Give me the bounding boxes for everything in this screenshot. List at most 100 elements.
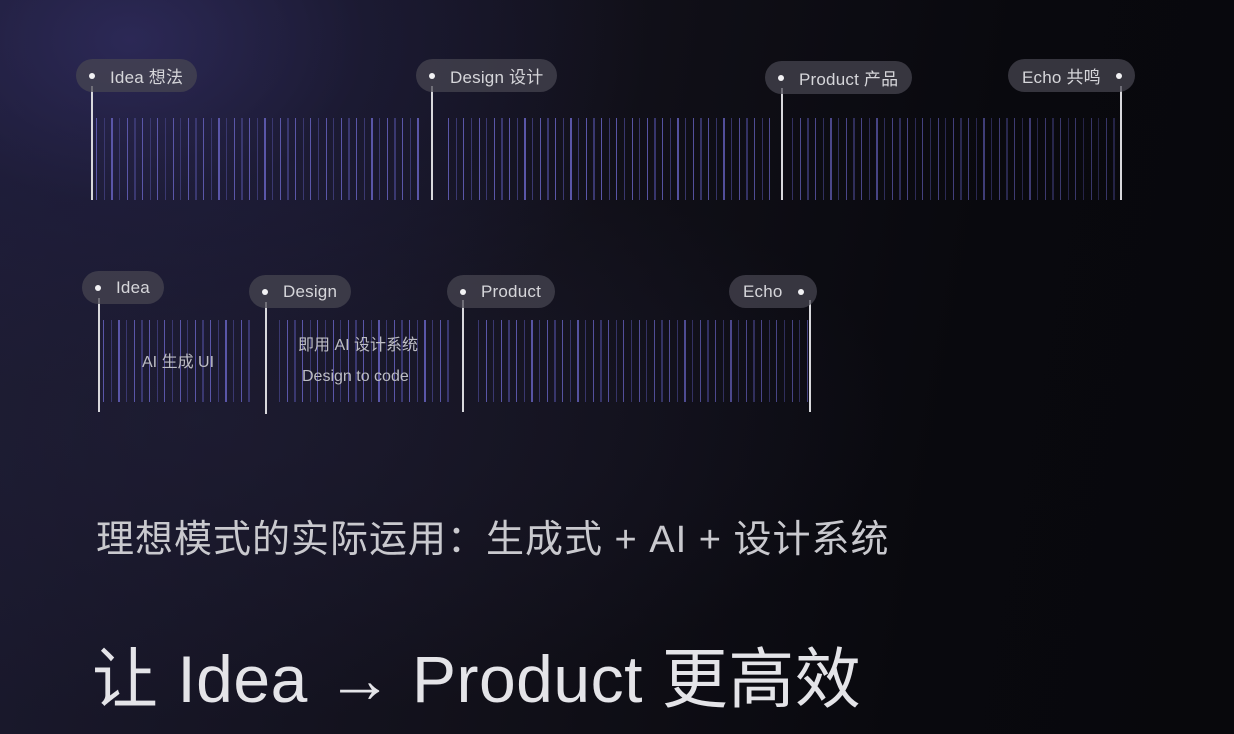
tick-mark: [180, 118, 182, 200]
tick-mark: [768, 320, 770, 402]
tick-mark: [708, 118, 710, 200]
tick-mark: [509, 118, 511, 200]
tick-mark: [226, 118, 228, 200]
tick-mark: [998, 118, 1000, 200]
tick-mark: [133, 320, 135, 402]
tick-mark: [822, 118, 825, 200]
marker-line-product: [462, 300, 464, 412]
stage-label: Idea: [116, 277, 150, 297]
tick-mark: [379, 118, 381, 200]
dot-icon: [95, 284, 101, 291]
tick-mark: [753, 118, 756, 200]
tick-mark: [294, 320, 296, 402]
tick-mark: [1082, 118, 1085, 200]
tick-mark: [991, 118, 993, 200]
tick-mark: [983, 118, 985, 200]
tick-track-top: [92, 118, 1122, 200]
tick-mark: [745, 320, 747, 402]
dot-icon: [89, 72, 95, 79]
tick-mark: [692, 118, 694, 200]
stage-label: Design 设计: [450, 68, 544, 87]
tick-mark: [523, 320, 526, 402]
tick-mark: [1021, 118, 1023, 200]
tick-mark: [157, 118, 159, 200]
tick-mark: [532, 118, 534, 200]
stage-pill-echo: Echo: [729, 275, 817, 308]
tick-mark: [287, 118, 289, 200]
tick-mark: [195, 118, 197, 200]
tick-mark: [876, 118, 878, 200]
segment-label-ai-design-system: 即用 AI 设计系统: [298, 337, 419, 354]
tick-mark: [562, 320, 564, 402]
tick-mark: [271, 118, 274, 200]
tick-mark: [356, 118, 358, 200]
tick-mark: [172, 118, 174, 200]
tick-mark: [783, 320, 786, 402]
tick-mark: [922, 118, 924, 200]
tick-mark: [286, 320, 288, 402]
tick-mark: [937, 118, 939, 200]
stage-pill-idea: Idea: [82, 271, 164, 304]
tick-mark: [1113, 118, 1115, 200]
tick-mark: [669, 320, 671, 402]
tick-mark: [187, 118, 190, 200]
stage-pill-echo: Echo 共鸣: [1008, 59, 1135, 92]
stage-label: Idea 想法: [110, 68, 184, 87]
tick-mark: [722, 320, 724, 402]
tick-mark: [845, 118, 847, 200]
tick-mark: [516, 320, 518, 402]
tick-mark: [470, 118, 473, 200]
tick-mark: [249, 118, 251, 200]
tick-mark: [883, 118, 886, 200]
tick-mark: [264, 118, 266, 200]
stage-pill-product: Product: [447, 275, 555, 308]
tick-mark: [577, 320, 579, 402]
tick-mark: [1075, 118, 1077, 200]
tick-mark: [1052, 118, 1054, 200]
tick-mark: [945, 118, 947, 200]
stage-pill-idea: Idea 想法: [76, 59, 198, 92]
tick-mark: [760, 320, 763, 402]
tick-mark: [217, 320, 220, 402]
tick-mark: [325, 118, 327, 200]
tick-mark: [125, 320, 128, 402]
tick-mark: [761, 118, 763, 200]
tick-mark: [126, 118, 128, 200]
tick-mark: [585, 118, 587, 200]
tick-mark: [294, 118, 297, 200]
stage-pill-design: Design: [249, 275, 352, 308]
tick-mark: [477, 320, 480, 402]
tick-mark: [562, 118, 564, 200]
dot-icon: [778, 74, 784, 81]
tick-mark: [1014, 118, 1016, 200]
tick-mark: [584, 320, 587, 402]
tick-mark: [746, 118, 748, 200]
tick-mark: [547, 118, 549, 200]
tick-mark: [486, 118, 488, 200]
tick-mark: [699, 320, 701, 402]
dot-icon: [262, 288, 268, 295]
tick-mark: [1044, 118, 1046, 200]
tick-mark: [1098, 118, 1100, 200]
tick-mark: [669, 118, 672, 200]
tick-mark: [1105, 118, 1108, 200]
tick-mark: [715, 118, 717, 200]
subtitle: 理想模式的实际运用：生成式 + AI + 设计系统: [96, 519, 890, 561]
tick-mark: [899, 118, 901, 200]
tick-mark: [210, 118, 213, 200]
tick-mark: [700, 118, 702, 200]
tick-mark: [1006, 118, 1008, 200]
tick-mark: [103, 118, 105, 200]
tick-mark: [1090, 118, 1092, 200]
tick-mark: [493, 118, 496, 200]
tick-mark: [715, 320, 717, 402]
tick-mark: [302, 118, 304, 200]
tick-mark: [203, 118, 205, 200]
stage-pill-product: Product 产品: [765, 61, 913, 94]
tick-mark: [439, 320, 441, 402]
tick-mark: [317, 118, 320, 200]
tick-mark: [111, 118, 113, 200]
tick-mark: [723, 118, 725, 200]
tick-mark: [500, 320, 503, 402]
tick-mark: [402, 118, 404, 200]
